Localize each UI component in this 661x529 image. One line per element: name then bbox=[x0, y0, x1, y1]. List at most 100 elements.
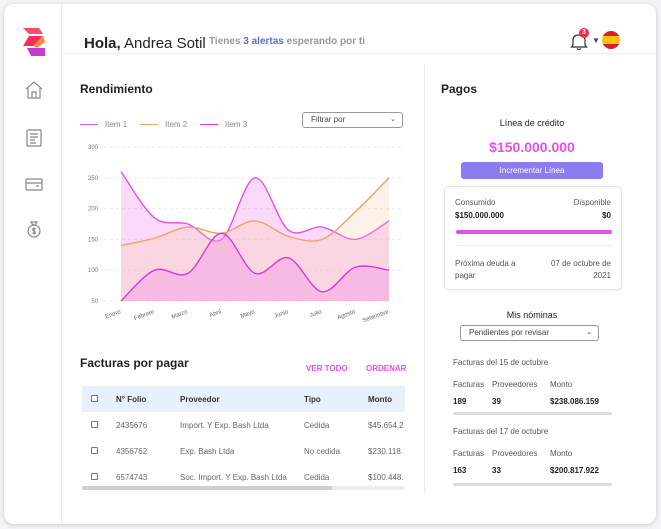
x-tick-label: Setiembre bbox=[362, 309, 390, 324]
legend-item-3: Item 3 bbox=[200, 120, 247, 129]
row-checkbox[interactable] bbox=[91, 447, 98, 454]
alerts-message: Tienes 3 alertas esperando por ti bbox=[209, 36, 365, 47]
usage-progress-fill bbox=[456, 230, 612, 234]
col-monto: Monto bbox=[368, 395, 392, 404]
notification-badge: 3 bbox=[579, 28, 589, 38]
col-proveedores-label: Proveedores bbox=[492, 380, 538, 389]
pagos-title: Pagos bbox=[441, 82, 478, 96]
app-window: Hola, Andrea Sotil Tienes 3 alertas espe… bbox=[4, 4, 656, 524]
x-tick-label: Junio bbox=[274, 309, 290, 320]
increase-line-button[interactable]: Incrementar Línea bbox=[461, 162, 603, 179]
consumido-label: Consumido bbox=[455, 198, 496, 207]
group-title: Facturas del 15 de octubre bbox=[453, 358, 549, 367]
facturas-count: 163 bbox=[453, 466, 467, 475]
group-divider bbox=[453, 483, 612, 486]
credit-usage-card: Consumido Disponible $150.000.000 $0 Pró… bbox=[444, 186, 622, 290]
performance-chart: 300 250 200 150 100 50 Enero Febrero Marzo Abril M… bbox=[88, 145, 404, 324]
user-name: Andrea Sotil bbox=[124, 35, 206, 52]
disponible-label: Disponible bbox=[573, 198, 611, 207]
x-tick-label: Marzo bbox=[171, 309, 189, 321]
legend-item-1: Item 1 bbox=[80, 120, 127, 129]
chevron-down-icon: ⌄ bbox=[586, 329, 592, 336]
table-row[interactable]: 4356762 Exp. Bash Ltda No cedida $230.11… bbox=[82, 438, 405, 464]
col-folio: N° Folio bbox=[116, 395, 147, 404]
col-proveedor: Proveedor bbox=[180, 395, 220, 404]
chevron-down-icon[interactable]: ▼ bbox=[592, 36, 600, 45]
x-tick-label: Agosto bbox=[337, 309, 357, 321]
row-checkbox[interactable] bbox=[91, 473, 98, 480]
facturas-table: N° Folio Proveedor Tipo Monto 2435676 Im… bbox=[82, 386, 405, 490]
monto-cell: $230.118. bbox=[368, 447, 403, 456]
tipo-cell: Cedida bbox=[304, 473, 330, 482]
alerts-prefix: Tienes bbox=[209, 36, 241, 47]
y-tick-label: 250 bbox=[88, 176, 99, 182]
col-monto-label: Monto bbox=[550, 449, 573, 458]
ordenar-link[interactable]: ORDENAR bbox=[366, 364, 406, 373]
y-tick-label: 300 bbox=[88, 145, 99, 151]
col-facturas-label: Facturas bbox=[453, 449, 485, 458]
logo-icon[interactable] bbox=[21, 28, 47, 56]
monto-value: $238.086.159 bbox=[550, 397, 599, 406]
chevron-down-icon: ⌄ bbox=[390, 116, 396, 123]
table-row[interactable]: 2435676 Import. Y Exp. Bash Ltda Cedida … bbox=[82, 412, 405, 438]
nominas-title: Mis nóminas bbox=[506, 310, 558, 320]
disponible-value: $0 bbox=[602, 211, 611, 220]
usage-progress-bar bbox=[456, 230, 612, 234]
invoice-icon[interactable] bbox=[24, 128, 44, 148]
x-tick-label: Febrero bbox=[133, 309, 155, 322]
table-header: N° Folio Proveedor Tipo Monto bbox=[82, 386, 405, 412]
proveedores-count: 39 bbox=[492, 397, 501, 406]
table-scrollbar[interactable] bbox=[82, 486, 405, 490]
x-tick-label: Mayo bbox=[240, 309, 256, 320]
col-tipo: Tipo bbox=[304, 395, 321, 404]
select-all-checkbox[interactable] bbox=[91, 395, 98, 402]
sidebar bbox=[4, 4, 62, 524]
col-facturas-label: Facturas bbox=[453, 380, 485, 389]
y-tick-label: 150 bbox=[88, 237, 99, 243]
next-debt-date-1: 07 de octubre de bbox=[550, 259, 611, 268]
proveedor-cell: Exp. Bash Ltda bbox=[180, 447, 235, 456]
next-debt-label-2: pagar bbox=[455, 271, 476, 280]
x-tick-label: Julio bbox=[309, 309, 323, 319]
folio-cell: 2435676 bbox=[116, 421, 148, 430]
column-divider bbox=[424, 64, 425, 494]
credit-card-icon[interactable] bbox=[24, 174, 44, 194]
legend-item-2: Item 2 bbox=[140, 120, 187, 129]
next-debt-date-2: 2021 bbox=[593, 271, 611, 280]
scrollbar-thumb[interactable] bbox=[82, 486, 332, 490]
credit-amount: $150.000.000 bbox=[489, 139, 575, 155]
ver-todo-link[interactable]: VER TODO bbox=[306, 364, 348, 373]
proveedor-cell: Soc. Import. Y Exp. Bash Ltda bbox=[180, 473, 287, 482]
money-bag-icon[interactable] bbox=[24, 219, 44, 239]
x-tick-label: Abril bbox=[209, 309, 222, 319]
y-tick-label: 200 bbox=[88, 207, 99, 213]
alerts-count[interactable]: 3 alertas bbox=[243, 36, 284, 47]
facturas-title: Facturas por pagar bbox=[80, 356, 189, 370]
filter-select[interactable]: Filtrar por ⌄ bbox=[302, 112, 403, 128]
col-monto-label: Monto bbox=[550, 380, 573, 389]
folio-cell: 6574743 bbox=[116, 473, 148, 482]
greeting-hello: Hola, bbox=[84, 35, 121, 52]
home-icon[interactable] bbox=[24, 80, 44, 100]
col-proveedores-label: Proveedores bbox=[492, 449, 538, 458]
group-divider bbox=[453, 412, 612, 415]
card-divider bbox=[456, 245, 612, 246]
proveedor-cell: Import. Y Exp. Bash Ltda bbox=[180, 421, 269, 430]
facturas-count: 189 bbox=[453, 397, 467, 406]
folio-cell: 4356762 bbox=[116, 447, 148, 456]
spain-flag-icon[interactable] bbox=[602, 31, 620, 49]
x-tick-label: Enero bbox=[105, 309, 123, 320]
greeting: Hola, Andrea Sotil bbox=[84, 35, 206, 52]
rendimiento-title: Rendimiento bbox=[80, 82, 153, 96]
tipo-cell: Cedida bbox=[304, 421, 330, 430]
group-title: Facturas del 17 de octubre bbox=[453, 427, 549, 436]
row-checkbox[interactable] bbox=[91, 421, 98, 428]
alerts-suffix: esperando por ti bbox=[286, 36, 366, 47]
monto-value: $200.817.922 bbox=[550, 466, 599, 475]
credit-label: Línea de crédito bbox=[499, 118, 565, 128]
consumido-value: $150.000.000 bbox=[455, 211, 504, 220]
y-tick-label: 100 bbox=[88, 268, 99, 274]
monto-cell: $45.654.2 bbox=[368, 421, 404, 430]
monto-cell: $100.448. bbox=[368, 473, 404, 482]
nominas-filter-select[interactable]: Pendientes por revisar ⌄ bbox=[460, 325, 599, 341]
